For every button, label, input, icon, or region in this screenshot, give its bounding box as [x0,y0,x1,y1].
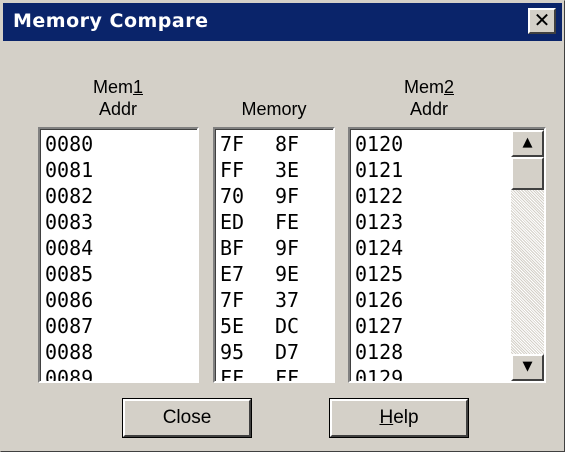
memory-value-row[interactable]: E7 9E [220,261,299,287]
memory-value-row[interactable]: FF FF [220,365,299,383]
mem1-address-row[interactable]: 0088 [45,339,93,365]
mem1-address-row[interactable]: 0081 [45,157,93,183]
memory-byte-b: FE [275,210,300,234]
help-button-label: elp [393,407,419,428]
mem2-address-row[interactable]: 0124 [355,235,403,261]
memory-byte-b: 9E [275,262,300,286]
memory-byte-a: ED [220,210,245,234]
arrow-down-icon: ▼ [522,359,533,374]
mem2-address-list[interactable]: 0120 0121 0122 0123 0124 0125 0126 0127 0128 0129… [348,127,546,383]
memory-value-row[interactable]: 7F 37 [220,287,299,313]
mem1-address-row[interactable]: 0085 [45,261,93,287]
memory-value-row[interactable]: 7F 8F [220,131,299,157]
memory-byte-b: 3E [275,158,300,182]
mem1-address-list[interactable]: 0080 0081 0082 0083 0084 0085 0086 0087 0088 0089 [38,127,199,383]
mem1-address-row[interactable]: 0086 [45,287,93,313]
memory-byte-a: 7F [220,132,245,156]
help-button[interactable]: Help [329,398,469,438]
vertical-scrollbar[interactable]: ▲ ▼ [511,130,544,381]
memory-byte-a: 5E [220,314,245,338]
mem2-label: Mem [403,77,444,97]
mem2-address-row[interactable]: 0128 [355,339,403,365]
mem2-address-row[interactable]: 0127 [355,313,403,339]
memory-byte-a: 70 [220,184,245,208]
title-bar[interactable]: Memory Compare ✕ [3,3,562,41]
memory-value-row[interactable]: 70 9F [220,183,299,209]
memory-byte-a: 95 [220,340,245,364]
mem1-hotkey: 1 [132,77,143,97]
memory-value-row[interactable]: FF 3E [220,157,299,183]
mem1-address-row[interactable]: 0080 [45,131,93,157]
memory-byte-b: 9F [275,184,300,208]
mem2-address-row[interactable]: 0121 [355,157,403,183]
mem2-address-row[interactable]: 0120 [355,131,403,157]
memory-byte-a: BF [220,236,245,260]
scroll-down-button[interactable]: ▼ [511,354,544,381]
mem1-address-row[interactable]: 0082 [45,183,93,209]
memory-byte-a: E7 [220,262,245,286]
scroll-thumb[interactable] [511,157,544,190]
close-button-label: Close [162,407,212,428]
mem1-label: Mem [92,77,133,97]
mem1-addr-label: Addr [98,99,138,119]
memory-byte-b: D7 [275,340,300,364]
mem1-address-row[interactable]: 0084 [45,235,93,261]
memory-value-row[interactable]: ED FE [220,209,299,235]
mem2-address-row[interactable]: 0126 [355,287,403,313]
memory-byte-b: DC [275,314,300,338]
mem1-address-row[interactable]: 0087 [45,313,93,339]
mem2-hotkey: 2 [443,77,454,97]
scroll-up-button[interactable]: ▲ [511,130,544,157]
close-button[interactable]: Close [122,398,252,438]
close-window-button[interactable]: ✕ [528,8,556,34]
memory-values-list[interactable]: 7F 8F FF 3E 70 9F ED FE BF 9F E7 9E 7F 37 5E DC 95 D7 FF FF [213,127,335,383]
memory-byte-a: FF [220,366,245,383]
memory-header: Memory [241,99,307,119]
mem2-address-row[interactable]: 0129 [355,365,403,381]
mem2-addr-header: Mem2 Addr [349,76,509,120]
memory-value-row[interactable]: BF 9F [220,235,299,261]
help-hotkey: H [379,407,394,428]
mem2-address-row[interactable]: 0125 [355,261,403,287]
memory-value-row[interactable]: 95 D7 [220,339,299,365]
memory-byte-b: 37 [275,288,300,312]
mem1-addr-header: Mem1 Addr [39,76,197,120]
memory-byte-b: 8F [275,132,300,156]
mem1-address-row[interactable]: 0083 [45,209,93,235]
mem2-addr-label: Addr [409,99,449,119]
mem2-address-row[interactable]: 0123 [355,209,403,235]
mem2-address-row[interactable]: 0122 [355,183,403,209]
close-icon: ✕ [533,8,551,32]
memory-compare-dialog: Memory Compare ✕ Mem1 Addr Memory Mem2 A… [0,0,565,452]
memory-byte-a: FF [220,158,245,182]
mem1-address-row[interactable]: 0089 [45,365,93,381]
memory-value-row[interactable]: 5E DC [220,313,299,339]
memory-byte-a: 7F [220,288,245,312]
memory-byte-b: 9F [275,236,300,260]
dialog-title: Memory Compare [13,10,209,32]
arrow-up-icon: ▲ [522,135,533,150]
memory-byte-b: FF [275,366,300,383]
